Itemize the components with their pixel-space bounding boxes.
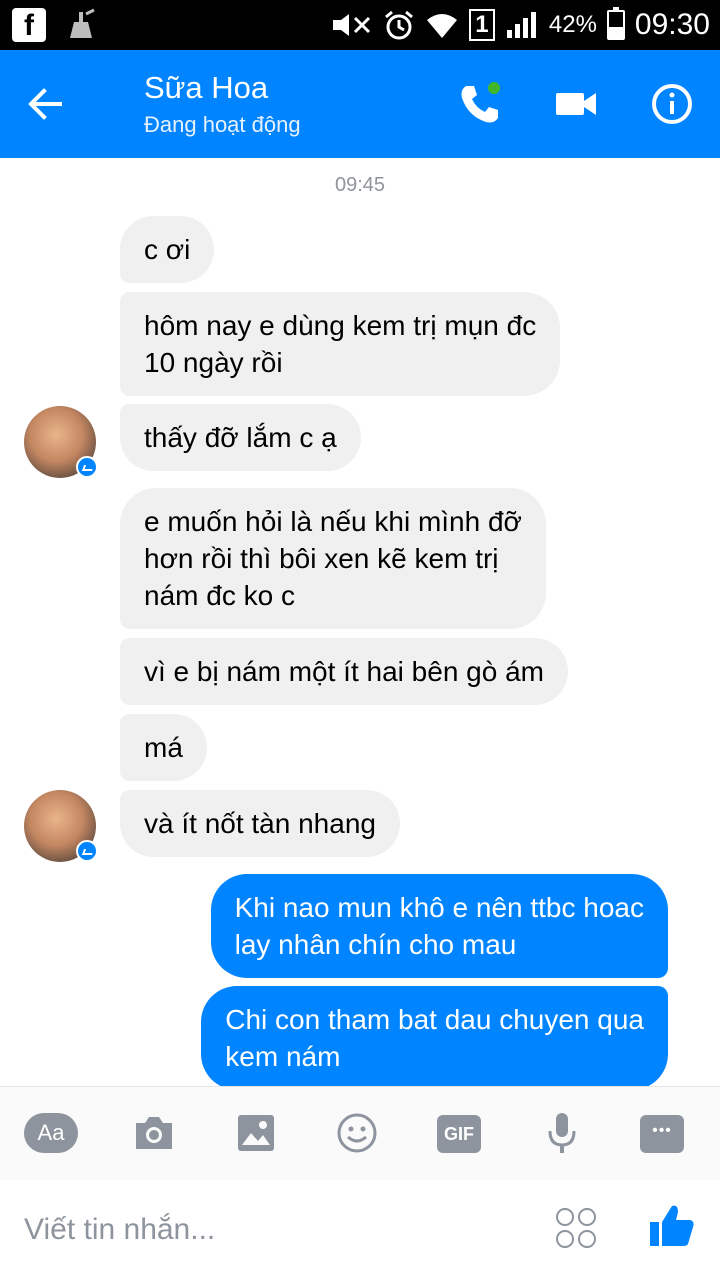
text-style-button[interactable]: Aa <box>24 1113 78 1153</box>
facebook-notification-icon: f <box>12 8 46 42</box>
more-options-button[interactable] <box>640 1115 684 1153</box>
message-bubble-received[interactable]: hôm nay e dùng kem trị mụn đc 10 ngày rồ… <box>120 292 561 396</box>
message-bubble-received[interactable]: c ơi <box>120 216 215 283</box>
status-bar-notifications: f <box>12 8 98 42</box>
emoji-button[interactable] <box>329 1111 385 1155</box>
clock: 09:30 <box>634 8 710 41</box>
signal-icon <box>506 12 536 38</box>
sim-indicator: 1 <box>468 9 495 41</box>
status-bar-indicators: 1 42% 09:30 <box>329 0 710 50</box>
voice-message-button[interactable] <box>534 1111 590 1155</box>
microphone-icon <box>548 1113 576 1153</box>
nfc-mute-icon <box>332 14 370 36</box>
sticker-button[interactable] <box>556 1208 600 1252</box>
composer-toolbar: Aa GIF <box>0 1086 720 1180</box>
status-bar: f 1 42% 09:30 <box>0 0 720 50</box>
conversation-header: Sữa Hoa Đang hoạt động <box>0 50 720 158</box>
message-input[interactable] <box>24 1208 524 1252</box>
message-bubble-received[interactable]: e muốn hỏi là nếu khi mình đỡ hơn rồi th… <box>120 488 546 629</box>
sticker-icon <box>556 1208 574 1226</box>
message-bubble-sent[interactable]: Chi con tham bat dau chuyen qua kem nám <box>201 986 668 1086</box>
sticker-icon <box>578 1230 596 1248</box>
message-bubble-sent[interactable]: Khi nao mun khô e nên ttbc hoac lay nhân… <box>210 874 668 978</box>
image-icon <box>238 1115 274 1151</box>
like-button[interactable] <box>648 1202 696 1250</box>
camera-icon <box>136 1117 172 1149</box>
voice-call-button[interactable] <box>454 78 506 130</box>
battery-icon <box>606 7 625 40</box>
gallery-button[interactable] <box>228 1111 284 1155</box>
sticker-icon <box>578 1208 596 1226</box>
phone-call-icon <box>461 82 500 123</box>
message-list[interactable]: 09:45 c ơi hôm nay e dùng kem trị mụn đc… <box>0 158 720 1086</box>
alarm-icon <box>384 10 413 40</box>
contact-status: Đang hoạt động <box>144 112 301 137</box>
video-call-button[interactable] <box>550 78 602 130</box>
back-arrow-icon <box>28 88 62 120</box>
message-bubble-received[interactable]: má <box>120 714 207 781</box>
message-timestamp: 09:45 <box>334 174 386 196</box>
wifi-icon <box>426 14 457 38</box>
contact-name[interactable]: Sữa Hoa <box>144 70 268 106</box>
back-button[interactable] <box>22 80 70 128</box>
info-button[interactable] <box>646 78 698 130</box>
info-icon <box>652 84 692 124</box>
camera-button[interactable] <box>126 1111 182 1155</box>
messenger-badge-icon <box>76 840 98 862</box>
thumbs-up-icon <box>650 1205 694 1246</box>
gif-button[interactable]: GIF <box>437 1115 481 1153</box>
message-bubble-received[interactable]: vì e bị nám một ít hai bên gò ám <box>120 638 568 705</box>
battery-percent: 42% <box>548 11 597 38</box>
video-camera-icon <box>556 93 596 115</box>
cleaner-notification-icon <box>70 8 95 38</box>
message-bubble-received[interactable]: thấy đỡ lắm c ạ <box>120 404 361 471</box>
messenger-badge-icon <box>76 456 98 478</box>
contact-avatar[interactable] <box>24 406 98 478</box>
message-bubble-received[interactable]: và ít nốt tàn nhang <box>120 790 400 857</box>
sticker-icon <box>556 1230 574 1248</box>
emoji-icon <box>337 1113 377 1153</box>
message-composer <box>0 1180 720 1280</box>
contact-avatar[interactable] <box>24 790 98 862</box>
